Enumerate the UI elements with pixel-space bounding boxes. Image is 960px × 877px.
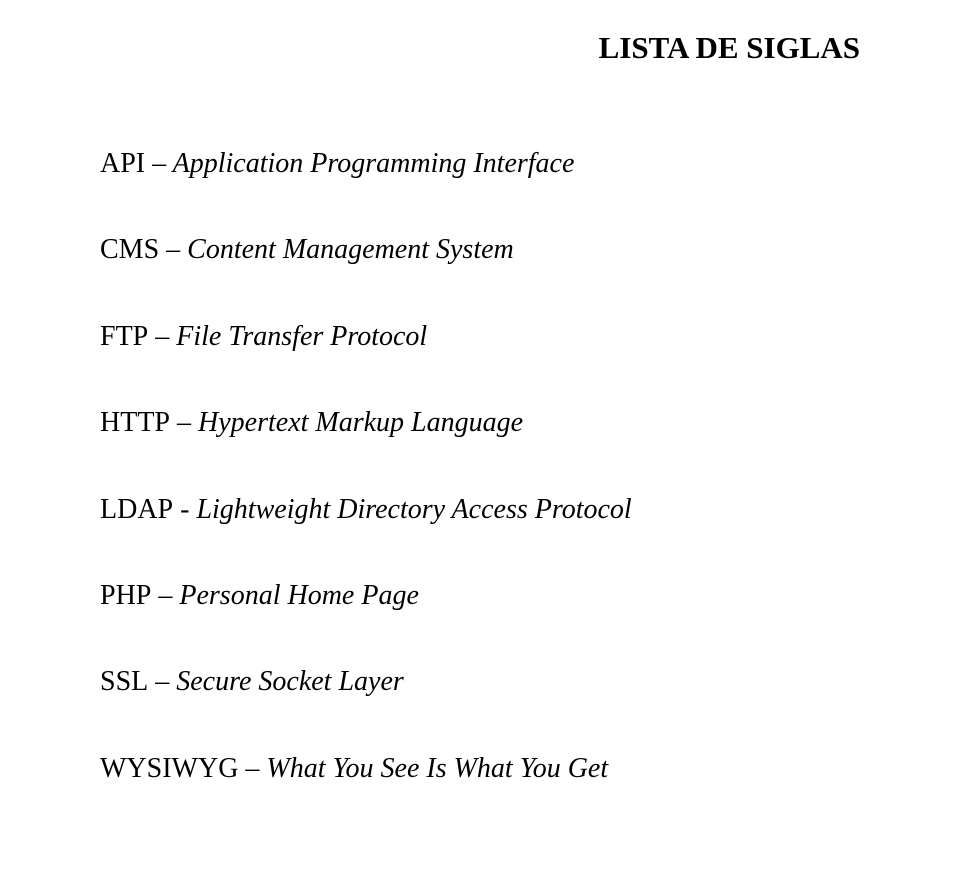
document-page: LISTA DE SIGLAS API – Application Progra…	[0, 0, 960, 877]
list-item: SSL – Secure Socket Layer	[100, 664, 860, 700]
list-item: PHP – Personal Home Page	[100, 578, 860, 614]
separator: –	[145, 148, 173, 179]
page-title: LISTA DE SIGLAS	[100, 30, 860, 66]
expansion: Hypertext Markup Language	[198, 407, 523, 438]
separator: –	[148, 666, 176, 697]
acronym: SSL	[100, 666, 148, 697]
separator: –	[170, 407, 198, 438]
expansion: What You See Is What You Get	[266, 753, 608, 784]
acronym: WYSIWYG	[100, 753, 238, 784]
list-item: API – Application Programming Interface	[100, 146, 860, 182]
expansion: Lightweight Directory Access Protocol	[196, 494, 631, 525]
list-item: FTP – File Transfer Protocol	[100, 319, 860, 355]
separator: –	[151, 580, 179, 611]
list-item: CMS – Content Management System	[100, 232, 860, 268]
expansion: File Transfer Protocol	[176, 321, 427, 352]
separator: -	[173, 494, 196, 525]
expansion: Content Management System	[187, 234, 514, 265]
expansion: Personal Home Page	[179, 580, 419, 611]
acronym: CMS	[100, 234, 159, 265]
acronym: LDAP	[100, 494, 173, 525]
acronym: FTP	[100, 321, 148, 352]
list-item: LDAP - Lightweight Directory Access Prot…	[100, 492, 860, 528]
separator: –	[238, 753, 266, 784]
expansion: Secure Socket Layer	[176, 666, 404, 697]
separator: –	[159, 234, 187, 265]
acronym: PHP	[100, 580, 151, 611]
acronym: HTTP	[100, 407, 170, 438]
list-item: HTTP – Hypertext Markup Language	[100, 405, 860, 441]
expansion: Application Programming Interface	[173, 148, 575, 179]
list-item: WYSIWYG – What You See Is What You Get	[100, 751, 860, 787]
acronym: API	[100, 148, 145, 179]
separator: –	[148, 321, 176, 352]
